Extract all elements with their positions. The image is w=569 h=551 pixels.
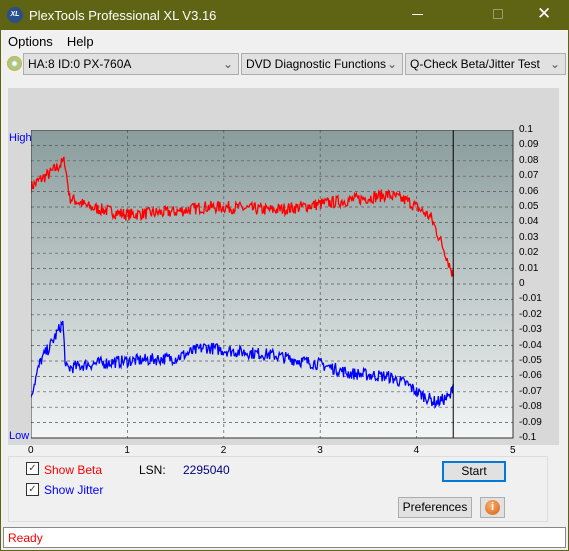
function-value: DVD Diagnostic Functions <box>246 57 387 71</box>
y-tick-label: -0.01 <box>519 293 542 305</box>
drive-select[interactable]: HA:8 ID:0 PX-760A ⌄ <box>23 53 239 75</box>
y-tick-label: 0.08 <box>519 154 539 166</box>
preferences-button[interactable]: Preferences <box>398 497 472 518</box>
y-tick-label: -0.08 <box>519 401 542 413</box>
y-tick-label: 0.01 <box>519 262 539 274</box>
status-text: Ready <box>8 531 43 545</box>
info-icon: i <box>485 500 500 515</box>
x-tick-label: 3 <box>317 445 323 456</box>
y-tick-label: -0.06 <box>519 370 542 382</box>
chevron-down-icon: ⌄ <box>549 57 560 71</box>
y-tick-label: 0.02 <box>519 247 539 259</box>
show-jitter-checkbox[interactable]: ✓ <box>26 483 39 496</box>
y-tick-label: 0.04 <box>519 216 539 228</box>
y-tick-label: 0.03 <box>519 231 539 243</box>
show-beta-checkbox[interactable]: ✓ <box>26 462 39 475</box>
chart-panel: High Low 0.1 0.09 0.08 0.07 0.06 0.05 0.04 0.03… <box>8 88 559 456</box>
status-bar: Ready <box>3 527 566 548</box>
x-tick-label: 0 <box>28 445 34 456</box>
menu-options[interactable]: Options <box>8 34 53 49</box>
menu-help[interactable]: Help <box>67 34 94 49</box>
drive-value: HA:8 ID:0 PX-760A <box>28 57 132 71</box>
drive-icon <box>7 56 22 71</box>
y-tick-label: 0.06 <box>519 185 539 197</box>
show-beta-label[interactable]: Show Beta <box>44 463 102 477</box>
test-select[interactable]: Q-Check Beta/Jitter Test ⌄ <box>405 53 566 75</box>
x-tick-label: 4 <box>413 445 420 456</box>
y-tick-label: -0.03 <box>519 324 542 336</box>
info-button[interactable]: i <box>480 497 505 518</box>
y-tick-label: -0.07 <box>519 385 542 397</box>
y-tick-label: 0.1 <box>519 124 533 135</box>
y-tick-label: 0.09 <box>519 139 539 151</box>
maximize-icon[interactable] <box>493 9 503 19</box>
y-tick-label: 0.05 <box>519 201 539 212</box>
y-tick-label: -0.04 <box>519 339 542 351</box>
x-tick-label: 2 <box>220 445 227 456</box>
client-area: Options Help HA:8 ID:0 PX-760A ⌄ DVD Diagn… <box>1 30 568 550</box>
chevron-down-icon: ⌄ <box>222 57 233 71</box>
beta-jitter-chart <box>31 130 514 439</box>
test-value: Q-Check Beta/Jitter Test <box>410 57 540 71</box>
y-tick-label: -0.02 <box>519 308 542 320</box>
y-tick-label: -0.05 <box>519 355 542 366</box>
lsn-value: 2295040 <box>183 463 230 477</box>
chevron-down-icon: ⌄ <box>386 57 397 71</box>
window-title: PlexTools Professional XL V3.16 <box>29 8 217 23</box>
title-bar: XL PlexTools Professional XL V3.16 ✕ <box>0 0 569 30</box>
lsn-label: LSN: <box>139 463 166 477</box>
low-label: Low <box>9 430 30 442</box>
high-label: High <box>9 132 32 144</box>
y-tick-label: -0.09 <box>519 416 542 428</box>
function-select[interactable]: DVD Diagnostic Functions ⌄ <box>241 53 403 75</box>
close-icon[interactable]: ✕ <box>537 4 551 24</box>
y-tick-label: 0 <box>519 278 525 289</box>
x-tick-label: 5 <box>510 445 516 456</box>
start-button[interactable]: Start <box>442 461 506 482</box>
minimize-icon[interactable] <box>412 14 423 15</box>
y-tick-label: 0.07 <box>519 170 539 182</box>
x-tick-label: 1 <box>124 445 130 456</box>
show-jitter-label[interactable]: Show Jitter <box>44 483 103 497</box>
y-tick-label: -0.1 <box>519 432 537 443</box>
app-logo: XL <box>7 7 23 23</box>
